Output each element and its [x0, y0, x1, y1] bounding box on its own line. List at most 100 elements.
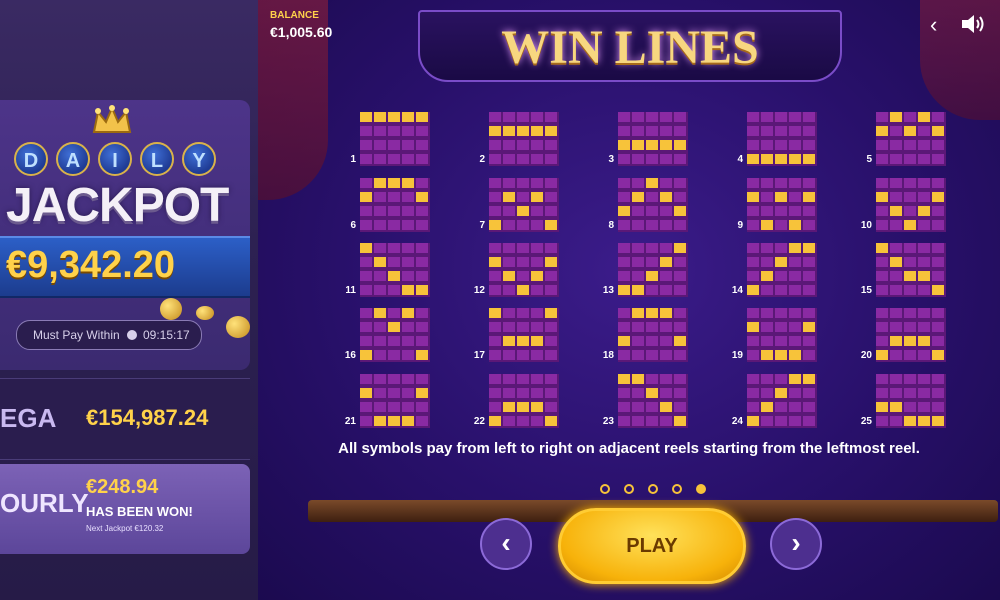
win-line-number: 20 — [860, 350, 872, 361]
page-dot-active[interactable] — [696, 484, 706, 494]
win-line-cell — [374, 336, 387, 346]
win-line-cell-active — [632, 374, 645, 384]
win-line-cell-active — [890, 112, 903, 122]
win-line-cell — [803, 126, 816, 136]
win-line-cell — [416, 402, 429, 412]
win-line-number: 24 — [731, 416, 743, 427]
win-line-cell-active — [618, 206, 631, 216]
win-line-cell — [416, 257, 429, 267]
win-line-cell — [618, 416, 631, 426]
win-line-cell — [388, 374, 401, 384]
win-line-cell — [618, 271, 631, 281]
win-line-cell — [789, 140, 802, 150]
win-line-board — [618, 112, 688, 166]
win-line-cell — [660, 112, 673, 122]
win-line-number: 8 — [608, 220, 614, 231]
win-line-cell — [416, 308, 429, 318]
page-dot[interactable] — [600, 484, 610, 494]
page-dot[interactable] — [672, 484, 682, 494]
win-line-cell — [503, 220, 516, 230]
win-line-cell — [747, 308, 760, 318]
win-line-board — [489, 178, 559, 232]
win-line-cell — [545, 192, 558, 202]
win-line-cell — [932, 322, 945, 332]
next-page-button[interactable]: › — [770, 518, 822, 570]
win-line-cell — [890, 350, 903, 360]
win-line-cell-active — [803, 192, 816, 202]
win-line-number: 6 — [350, 220, 356, 231]
page-dot[interactable] — [648, 484, 658, 494]
win-line-cell — [388, 336, 401, 346]
win-line-cell-active — [388, 322, 401, 332]
win-line-number: 13 — [602, 285, 614, 296]
win-line-cell — [374, 374, 387, 384]
page-dot[interactable] — [624, 484, 634, 494]
win-line-cell-active — [531, 402, 544, 412]
win-line-cell — [660, 220, 673, 230]
win-line-cell — [876, 140, 889, 150]
win-line-cell — [904, 178, 917, 188]
win-line-number: 21 — [344, 416, 356, 427]
jackpot-title: JACKPOT — [6, 179, 229, 232]
win-line-cell — [416, 220, 429, 230]
win-line-board — [489, 374, 559, 428]
win-line-cell-active — [360, 112, 373, 122]
win-line-cell — [918, 220, 931, 230]
win-line-cell — [374, 388, 387, 398]
win-line-cell — [531, 257, 544, 267]
win-line-cell — [517, 416, 530, 426]
win-line-cell — [402, 388, 415, 398]
win-line-board — [618, 308, 688, 362]
win-line-cell — [489, 336, 502, 346]
win-line-cell — [890, 243, 903, 253]
win-line-cell — [402, 126, 415, 136]
win-lines-screen: BALANCE €1,005.60 WIN LINES ‹ 1234567891… — [258, 0, 1000, 600]
win-line-cell — [660, 374, 673, 384]
win-line-cell — [904, 140, 917, 150]
win-line-14: 14 — [719, 243, 817, 297]
win-line-cell — [402, 154, 415, 164]
win-line-cell — [876, 336, 889, 346]
win-line-cell — [646, 243, 659, 253]
win-line-cell — [545, 178, 558, 188]
win-line-cell — [904, 112, 917, 122]
win-line-cell — [890, 140, 903, 150]
win-line-cell — [402, 402, 415, 412]
win-line-cell-active — [803, 374, 816, 384]
win-line-23: 23 — [590, 374, 688, 428]
win-line-cell-active — [402, 416, 415, 426]
win-line-cell — [632, 178, 645, 188]
win-line-cell — [660, 271, 673, 281]
win-line-cell-active — [531, 336, 544, 346]
win-line-cell — [803, 271, 816, 281]
win-line-cell — [747, 271, 760, 281]
win-line-cell — [402, 271, 415, 281]
win-line-cell-active — [890, 206, 903, 216]
win-line-board — [876, 178, 946, 232]
win-line-board — [618, 374, 688, 428]
win-line-cell — [360, 178, 373, 188]
win-line-cell — [402, 206, 415, 216]
win-line-1: 1 — [332, 112, 430, 166]
win-line-cell — [674, 192, 687, 202]
win-line-cell — [360, 126, 373, 136]
win-line-cell-active — [890, 402, 903, 412]
win-line-cell — [360, 322, 373, 332]
must-pay-label: Must Pay Within — [33, 328, 120, 342]
play-button[interactable]: PLAY — [558, 508, 746, 584]
win-line-cell — [545, 112, 558, 122]
win-line-cell — [360, 206, 373, 216]
win-line-cell — [876, 178, 889, 188]
win-line-cell — [360, 140, 373, 150]
win-line-cell — [646, 126, 659, 136]
win-line-3: 3 — [590, 112, 688, 166]
win-line-cell — [489, 322, 502, 332]
win-line-cell-active — [789, 154, 802, 164]
win-line-cell — [890, 154, 903, 164]
win-line-cell — [674, 154, 687, 164]
win-line-cell — [660, 416, 673, 426]
win-line-cell — [918, 140, 931, 150]
daily-letter: A — [56, 142, 90, 176]
win-line-cell — [646, 112, 659, 122]
prev-page-button[interactable]: ‹ — [480, 518, 532, 570]
